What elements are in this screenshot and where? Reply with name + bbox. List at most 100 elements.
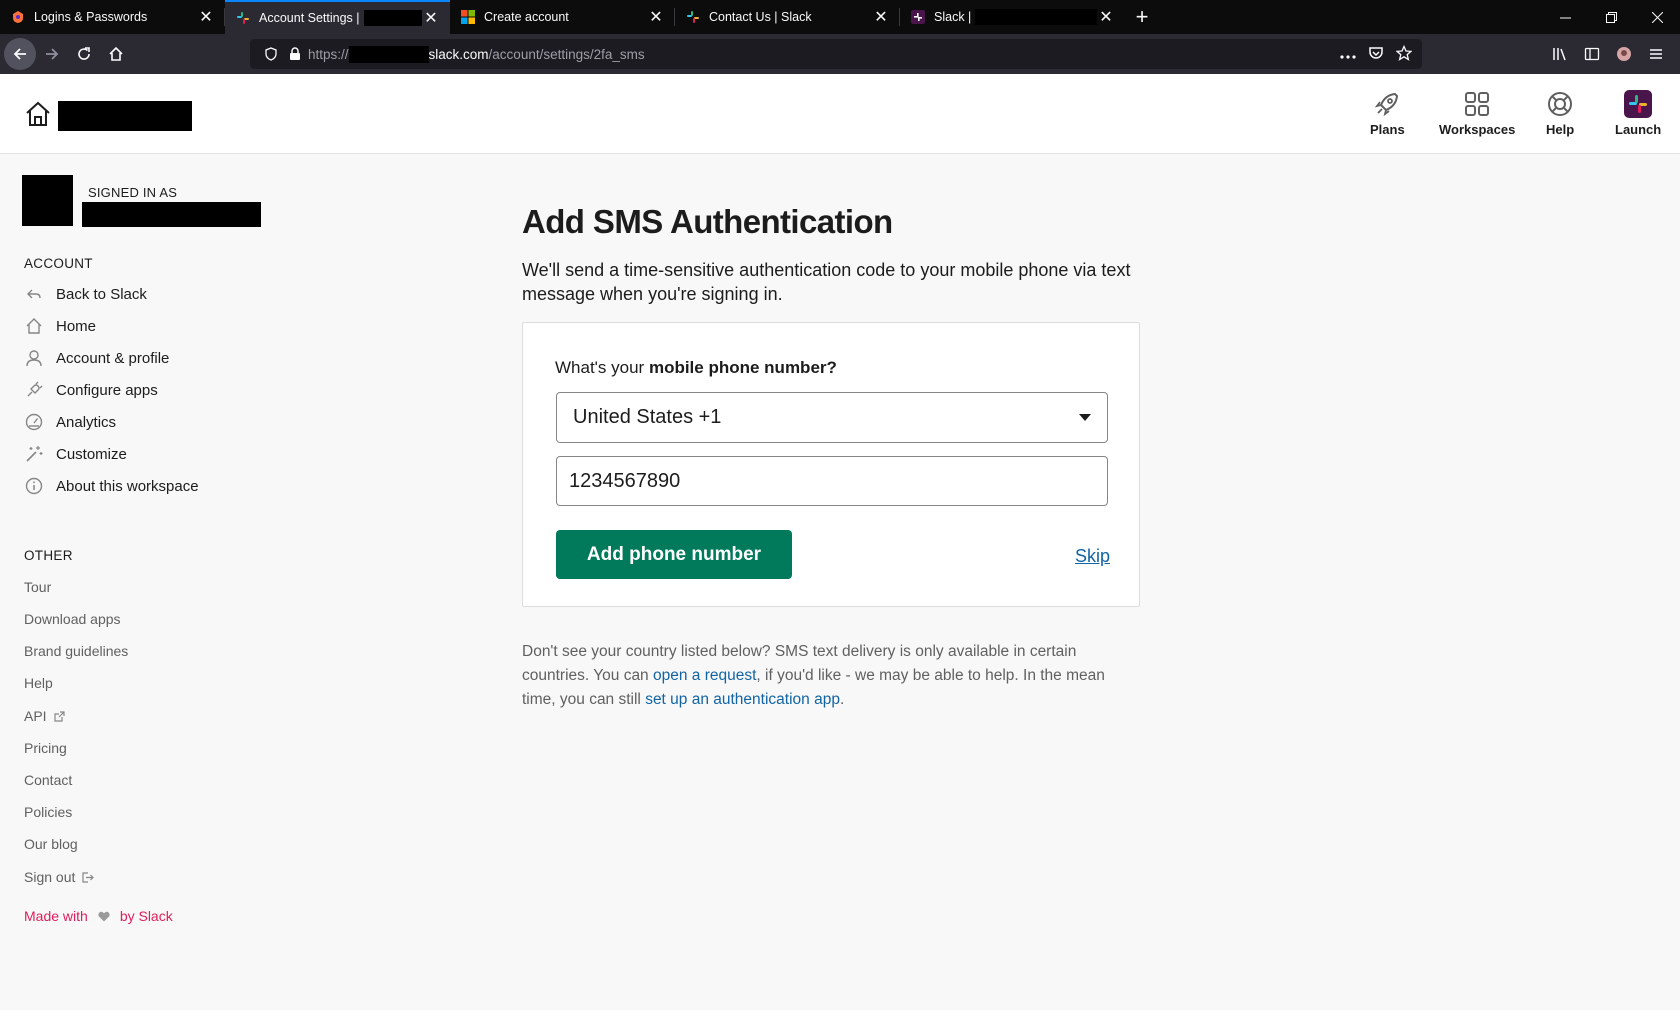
close-tab-icon[interactable]: ✕ [647, 8, 665, 26]
close-window-icon[interactable] [1634, 0, 1680, 34]
add-phone-number-button[interactable]: Add phone number [556, 530, 792, 579]
made-with-love[interactable]: Made with by Slack [24, 908, 173, 924]
home-button[interactable] [100, 38, 132, 70]
link-label: Policies [24, 804, 73, 820]
nav-label: Launch [1615, 122, 1662, 137]
slack-header: Plans Workspaces Help Launch [0, 74, 1680, 154]
forward-button[interactable] [36, 38, 68, 70]
tab-title: Create account [484, 10, 569, 24]
link-label: Help [24, 675, 53, 691]
tab-contact-us-slack[interactable]: Contact Us | Slack ✕ [675, 0, 900, 34]
tab-account-settings[interactable]: Account Settings | ✕ [225, 0, 450, 34]
nav-plans[interactable]: Plans [1370, 90, 1405, 137]
link-label: Download apps [24, 611, 121, 627]
other-link-contact[interactable]: Contact [24, 772, 72, 788]
other-link-api[interactable]: API [24, 708, 65, 724]
tab-logins-passwords[interactable]: Logins & Passwords ✕ [0, 0, 225, 34]
back-arrow-icon [13, 48, 26, 60]
nav-label: Plans [1370, 122, 1405, 137]
bookmark-star-icon[interactable] [1395, 44, 1413, 64]
library-button[interactable] [1544, 38, 1576, 70]
other-link-our-blog[interactable]: Our blog [24, 836, 78, 852]
slack-favicon-icon [235, 10, 251, 26]
phone-number-input[interactable] [556, 456, 1108, 506]
sidebar-item-about-workspace[interactable]: About this workspace [24, 474, 199, 498]
home-icon [24, 316, 44, 336]
close-tab-icon[interactable]: ✕ [197, 8, 215, 26]
sidebar-item-label: Home [56, 317, 97, 335]
sign-out-icon [82, 871, 95, 883]
phone-question: What's your mobile phone number? [555, 358, 837, 378]
other-link-policies[interactable]: Policies [24, 804, 72, 820]
redacted-block [975, 9, 1097, 25]
close-tab-icon[interactable]: ✕ [1097, 8, 1115, 26]
sidebar-toggle-button[interactable] [1576, 38, 1608, 70]
link-label: Brand guidelines [24, 643, 129, 659]
home-icon[interactable] [24, 100, 52, 133]
skip-link[interactable]: Skip [1075, 546, 1110, 567]
address-bar[interactable]: https:// slack.com /account/settings/2fa… [250, 39, 1422, 69]
country-selected-value: United States +1 [573, 406, 722, 428]
other-link-download-apps[interactable]: Download apps [24, 611, 121, 627]
tab-slack[interactable]: Slack | ✕ [900, 0, 1125, 34]
restore-icon[interactable] [1588, 0, 1634, 34]
sidebar-item-customize[interactable]: Customize [24, 442, 127, 466]
link-label: Sign out [24, 869, 76, 885]
back-arrow-icon [24, 284, 44, 304]
other-link-help[interactable]: Help [24, 675, 53, 691]
other-link-pricing[interactable]: Pricing [24, 740, 67, 756]
gauge-icon [24, 412, 44, 432]
sidebar-item-analytics[interactable]: Analytics [24, 410, 116, 434]
menu-button[interactable] [1640, 38, 1672, 70]
sidebar-item-configure-apps[interactable]: Configure apps [24, 378, 158, 402]
browser-nav-bar: https:// slack.com /account/settings/2fa… [0, 34, 1680, 74]
home-icon [109, 46, 123, 61]
username-redacted [82, 202, 261, 227]
slack-logo-icon [1624, 90, 1653, 118]
reload-button[interactable] [68, 38, 100, 70]
new-tab-button[interactable]: + [1125, 0, 1159, 34]
profile-avatar-icon [1617, 47, 1631, 61]
nav-workspaces[interactable]: Workspaces [1439, 90, 1515, 137]
other-link-brand-guidelines[interactable]: Brand guidelines [24, 643, 128, 659]
sidebar-item-home[interactable]: Home [24, 314, 96, 338]
forward-arrow-icon [46, 48, 59, 60]
sidebar-item-label: Back to Slack [56, 285, 147, 303]
reload-icon [78, 47, 90, 60]
other-link-sign-out[interactable]: Sign out [24, 869, 95, 885]
intro-text: We'll send a time-sensitive authenticati… [522, 260, 1131, 304]
link-label: Pricing [24, 740, 67, 756]
close-tab-icon[interactable]: ✕ [422, 9, 440, 27]
minimize-icon[interactable] [1542, 0, 1588, 34]
pocket-icon[interactable] [1368, 45, 1384, 64]
other-section-heading: OTHER [24, 548, 73, 563]
shield-icon[interactable] [260, 47, 282, 61]
other-link-tour[interactable]: Tour [24, 579, 51, 595]
url-host: slack.com [428, 46, 489, 62]
close-tab-icon[interactable]: ✕ [872, 8, 890, 26]
account-button[interactable] [1608, 38, 1640, 70]
sidebar-item-back-to-slack[interactable]: Back to Slack [24, 282, 147, 306]
heart-icon [98, 911, 110, 922]
sidebar-item-account-profile[interactable]: Account & profile [24, 346, 169, 370]
nav-help[interactable]: Help [1546, 90, 1574, 137]
sidebar-item-label: Analytics [56, 413, 117, 431]
country-select[interactable]: United States +1 [556, 392, 1108, 443]
question-prefix: What's your [555, 358, 649, 377]
plug-icon [24, 380, 44, 400]
sidebar-item-label: Configure apps [56, 381, 158, 399]
more-actions-icon[interactable] [1340, 47, 1356, 62]
user-icon [24, 348, 44, 368]
back-button[interactable] [4, 38, 36, 70]
tab-create-account[interactable]: Create account ✕ [450, 0, 675, 34]
library-icon [1553, 48, 1566, 61]
setup-auth-app-link[interactable]: set up an authentication app [645, 691, 840, 708]
note-text: . [839, 691, 845, 708]
tab-title: Slack | [934, 10, 972, 24]
redacted-block [363, 10, 422, 26]
lock-icon[interactable] [284, 47, 306, 61]
lockwise-icon [10, 9, 26, 25]
sms-form-card: What's your mobile phone number? United … [522, 322, 1140, 607]
open-request-link[interactable]: open a request [653, 667, 756, 684]
nav-launch[interactable]: Launch [1615, 90, 1661, 137]
